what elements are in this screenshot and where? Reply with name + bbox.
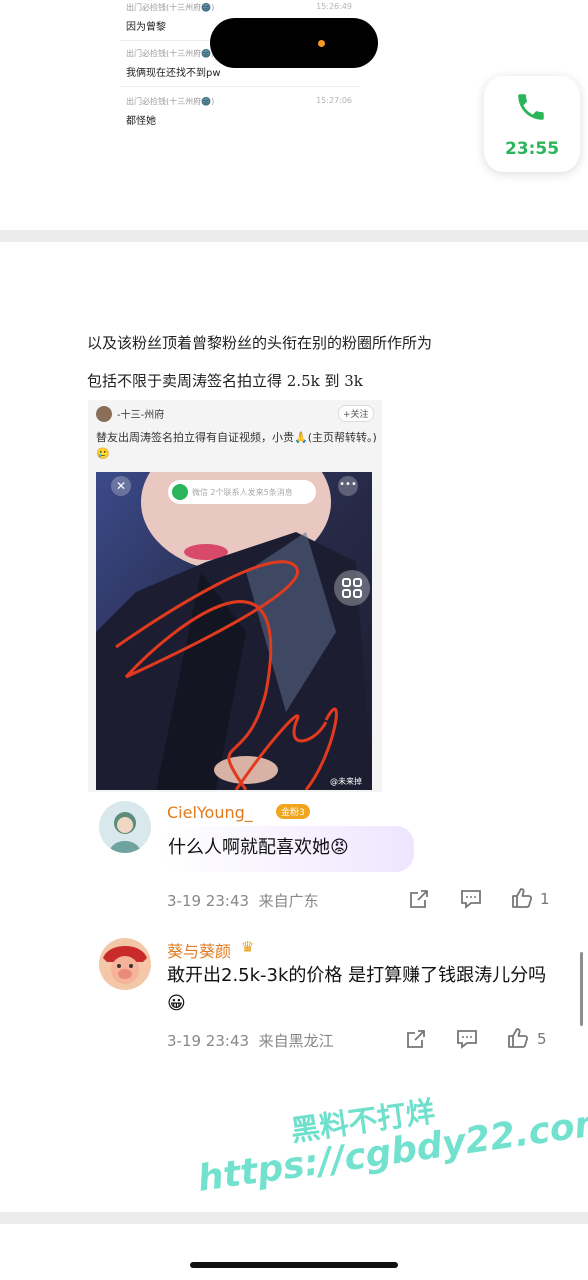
- image-watermark: @未来掉: [330, 777, 362, 786]
- chat-text: 都怪她: [126, 116, 156, 127]
- chat-time: 15:27:06: [316, 96, 352, 105]
- share-icon[interactable]: [405, 1028, 427, 1050]
- home-indicator[interactable]: [190, 1262, 398, 1268]
- section-divider: [0, 1212, 588, 1224]
- like-count: 1: [540, 890, 550, 908]
- comment-location: 来自广东: [258, 892, 319, 910]
- wechat-icon: [172, 484, 188, 500]
- comment-meta: 3-19 23:43 来自黑龙江: [167, 1030, 334, 1051]
- comment-time: 3-19 23:43: [167, 1032, 250, 1050]
- avatar[interactable]: [99, 938, 151, 990]
- comment-text: 敢开出2.5k-3k的价格 是打算赚了钱跟涛儿分吗😀: [167, 965, 547, 1014]
- article-paragraph: 包括不限于卖周涛签名拍立得 2.5k 到 3k: [87, 372, 363, 390]
- call-timer: 23:55: [504, 139, 560, 159]
- close-icon: ✕: [111, 476, 131, 496]
- post-text: 替友出周涛签名拍立得有自证视频，小贵🙏(主页帮转转。)🥲: [96, 431, 377, 460]
- chat-separator: [120, 86, 360, 87]
- phone-icon: [518, 94, 544, 120]
- wechat-notice: 2个联系人发来5条消息: [210, 488, 293, 497]
- post-photo: ✕ 微信 2个联系人发来5条消息 ••• @未来掉: [96, 472, 372, 790]
- comment-location: 来自黑龙江: [258, 1032, 334, 1050]
- comment-author[interactable]: CielYoung_: [167, 803, 253, 822]
- share-icon[interactable]: [408, 888, 430, 910]
- fan-badge: 金粉3: [276, 804, 310, 819]
- recording-dot-icon: [318, 40, 325, 47]
- chat-message: 出门必捡钱(十三州府🌚) 15:27:06 都怪她: [126, 96, 356, 127]
- scrollbar[interactable]: [580, 952, 583, 1026]
- crown-icon: ♛: [241, 938, 255, 956]
- wechat-label: 微信: [192, 488, 208, 497]
- comment-meta: 3-19 23:43 来自广东: [167, 890, 319, 911]
- post-photo-image: [96, 472, 372, 790]
- section-divider: [0, 230, 588, 242]
- dynamic-island: [210, 18, 378, 68]
- article-paragraph: 以及该粉丝顶着曾黎粉丝的头衔在别的粉圈所作所为: [87, 334, 433, 352]
- comment-author[interactable]: 葵与葵颜: [167, 938, 231, 962]
- like-icon[interactable]: [506, 1026, 530, 1050]
- follow-button: +关注: [338, 405, 374, 422]
- comment-text: 什么人啊就配喜欢她😡: [168, 837, 349, 858]
- comment-icon[interactable]: [459, 888, 483, 910]
- avatar[interactable]: [99, 801, 151, 853]
- wechat-notification: 微信 2个联系人发来5条消息: [168, 480, 316, 504]
- like-icon[interactable]: [510, 886, 534, 910]
- post-username: -十三-州府: [117, 410, 165, 421]
- more-icon: •••: [338, 476, 358, 496]
- post-avatar: [96, 406, 112, 422]
- call-widget[interactable]: 23:55: [484, 76, 580, 172]
- comment-icon[interactable]: [455, 1028, 479, 1050]
- chat-time: 15:26:49: [316, 2, 352, 11]
- grid-icon: [334, 570, 370, 606]
- comment-time: 3-19 23:43: [167, 892, 250, 910]
- embedded-post-screenshot: -十三-州府 +关注 替友出周涛签名拍立得有自证视频，小贵🙏(主页帮转转。)🥲 …: [88, 400, 382, 792]
- like-count: 5: [537, 1030, 547, 1048]
